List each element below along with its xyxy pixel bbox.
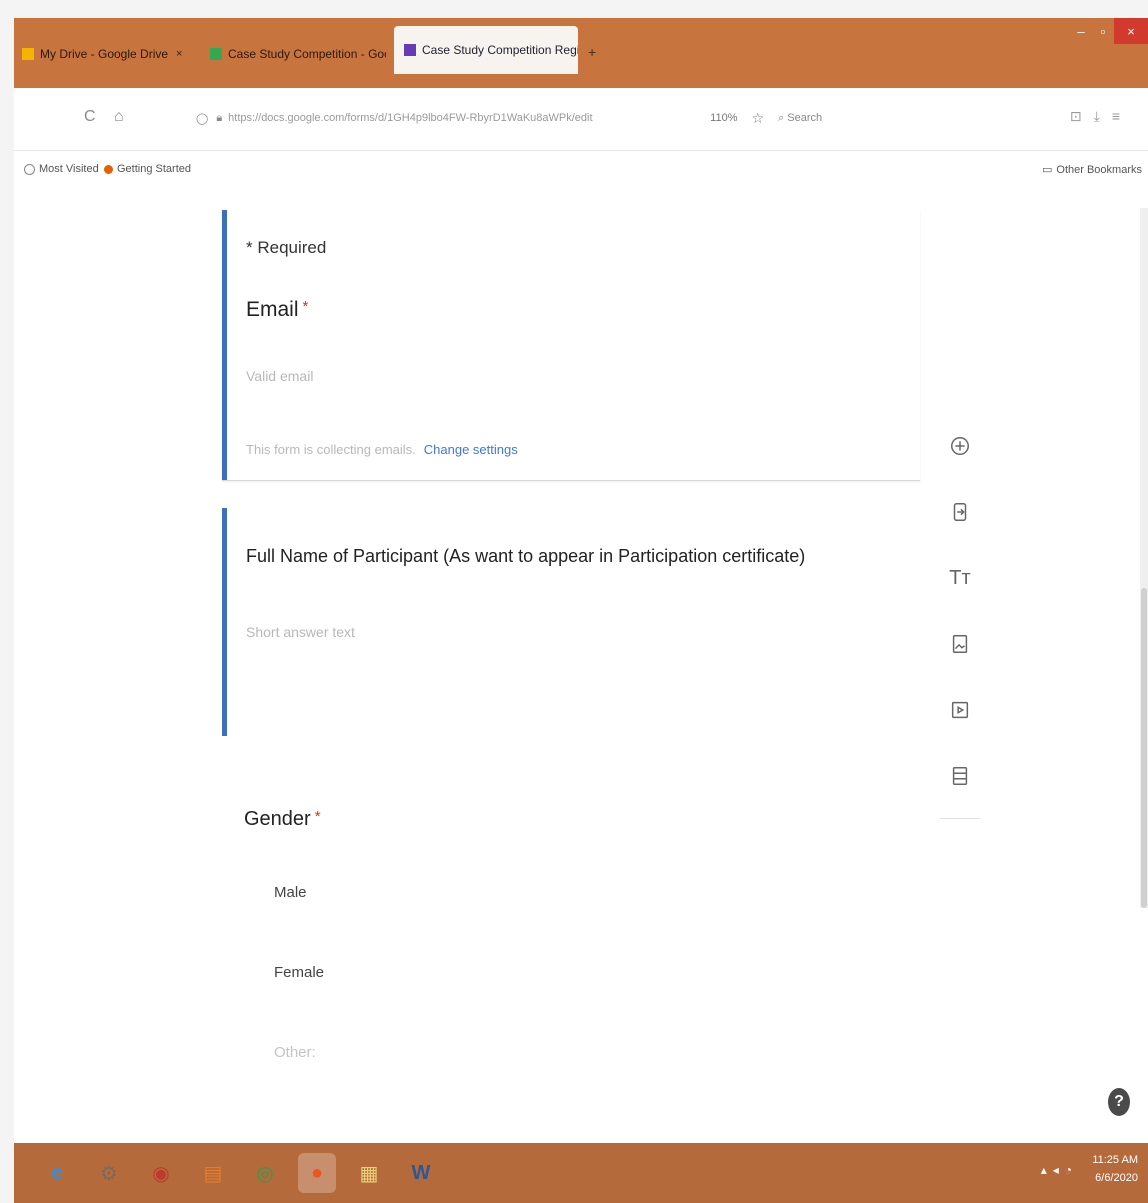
required-star: * (314, 808, 321, 825)
email-question-card[interactable]: * Required Email * Valid email This form … (222, 210, 920, 481)
google-forms-icon (210, 48, 222, 60)
option-female[interactable]: Female (274, 964, 324, 981)
word-icon[interactable]: W (402, 1153, 440, 1193)
windows-taskbar: e ⚙ ◉ ▤ ◎ ● ▦ W ▴◂◔ 11:25 AM 6/6/2020 (14, 1143, 1148, 1203)
chrome-icon[interactable]: ◎ (246, 1153, 284, 1193)
screen: My Drive - Google Drive × Case Study Com… (14, 18, 1148, 1203)
full-name-question-card[interactable]: Full Name of Participant (As want to app… (222, 508, 920, 736)
tab-my-drive[interactable]: My Drive - Google Drive × (22, 34, 192, 74)
gender-title-text: Gender (244, 808, 311, 830)
short-answer-input: Short answer text (246, 624, 355, 640)
form-editor: * Required Email * Valid email This form … (14, 188, 1148, 1143)
toolbar-icons[interactable]: ⊡⤓≡ (1070, 108, 1132, 125)
email-title-text: Email (246, 298, 299, 321)
bookmark-label: Most Visited (39, 163, 99, 175)
internet-explorer-icon[interactable]: e (38, 1153, 76, 1193)
email-input[interactable]: Valid email (246, 368, 313, 384)
add-question-icon[interactable] (940, 426, 980, 466)
form-side-toolbar: Tт (940, 418, 980, 819)
required-star: * (302, 298, 309, 315)
minimize-button[interactable]: – (1070, 18, 1092, 44)
change-settings-link[interactable]: Change settings (424, 442, 518, 457)
option-male[interactable]: Male (274, 884, 307, 901)
google-forms-icon (404, 44, 416, 56)
tab-label: Case Study Competition - Goo (228, 47, 386, 61)
bookmark-getting-started[interactable]: Getting Started (104, 163, 191, 175)
search-label: Search (787, 111, 823, 124)
bookmark-most-visited[interactable]: Most Visited (24, 163, 99, 175)
gender-question-title: Gender * (244, 808, 321, 831)
required-note: * Required (246, 238, 327, 257)
option-other[interactable]: Other: (274, 1044, 316, 1061)
zoom-level[interactable]: 110% (710, 112, 737, 124)
navigation-bar: C ⌂ ◯ 🔒︎ https://docs.google.com/forms/d… (14, 88, 1148, 151)
home-icon[interactable]: ⌂ (114, 108, 124, 126)
tab-case-study-goo[interactable]: Case Study Competition - Goo × (210, 34, 386, 74)
system-clock[interactable]: 11:25 AM 6/6/2020 (1092, 1151, 1138, 1187)
window-controls: – ▫ × (1070, 18, 1148, 48)
info-icon[interactable]: ◯ (196, 112, 208, 125)
new-tab-button[interactable]: + (588, 44, 596, 60)
active-card-accent (222, 508, 227, 736)
bookmarks-bar: Most Visited Getting Started ▭ Other Boo… (14, 151, 1148, 187)
tab-label: My Drive - Google Drive (40, 47, 169, 61)
tab-label: Case Study Competition Regi (422, 43, 578, 57)
url-text[interactable]: https://docs.google.com/forms/d/1GH4p9lb… (228, 112, 698, 124)
adobe-reader-icon[interactable]: ◉ (142, 1153, 180, 1193)
system-tray-icons[interactable]: ▴◂◔ (1041, 1163, 1078, 1177)
add-image-icon[interactable] (940, 624, 980, 664)
toolbar-divider (940, 818, 980, 819)
folder-icon: ▭ (1042, 164, 1053, 176)
add-title-icon[interactable]: Tт (940, 558, 980, 598)
notepad-icon[interactable]: ▦ (350, 1153, 388, 1193)
settings-icon[interactable]: ⚙ (90, 1153, 128, 1193)
collect-note-text: This form is collecting emails. (246, 442, 416, 457)
email-question-title: Email * (246, 298, 308, 322)
google-drive-icon (22, 48, 34, 60)
firefox-icon (104, 164, 113, 174)
maximize-button[interactable]: ▫ (1092, 18, 1114, 44)
import-questions-icon[interactable] (940, 492, 980, 532)
reload-icon[interactable]: C (84, 108, 96, 126)
add-section-icon[interactable] (940, 756, 980, 796)
bookmark-star-icon[interactable]: ☆ (752, 110, 765, 127)
firefox-icon[interactable]: ● (298, 1153, 336, 1193)
search-field[interactable]: ⌕ Search (778, 112, 822, 125)
active-card-accent (222, 210, 227, 480)
other-bookmarks[interactable]: ▭ Other Bookmarks (1042, 163, 1142, 177)
email-collection-note: This form is collecting emails. Change se… (246, 442, 518, 457)
clock-date: 6/6/2020 (1095, 1172, 1138, 1184)
full-name-question-title[interactable]: Full Name of Participant (As want to app… (246, 546, 805, 567)
lock-icon: 🔒︎ (216, 111, 223, 124)
help-icon[interactable]: ? (1108, 1088, 1130, 1116)
close-tab-icon[interactable]: × (176, 48, 182, 60)
gear-icon (24, 163, 35, 175)
scrollbar-thumb[interactable] (1141, 588, 1147, 908)
other-bookmarks-label: Other Bookmarks (1056, 163, 1142, 176)
browser-title-bar: My Drive - Google Drive × Case Study Com… (14, 18, 1148, 88)
file-explorer-icon[interactable]: ▤ (194, 1153, 232, 1193)
close-window-button[interactable]: × (1114, 18, 1148, 44)
add-video-icon[interactable] (940, 690, 980, 730)
bookmark-label: Getting Started (117, 163, 191, 175)
url-bar[interactable]: ◯ 🔒︎ https://docs.google.com/forms/d/1GH… (196, 104, 836, 132)
clock-time: 11:25 AM (1092, 1154, 1138, 1166)
tab-case-study-registration[interactable]: Case Study Competition Regi × (394, 26, 578, 74)
scrollbar[interactable] (1140, 208, 1148, 908)
